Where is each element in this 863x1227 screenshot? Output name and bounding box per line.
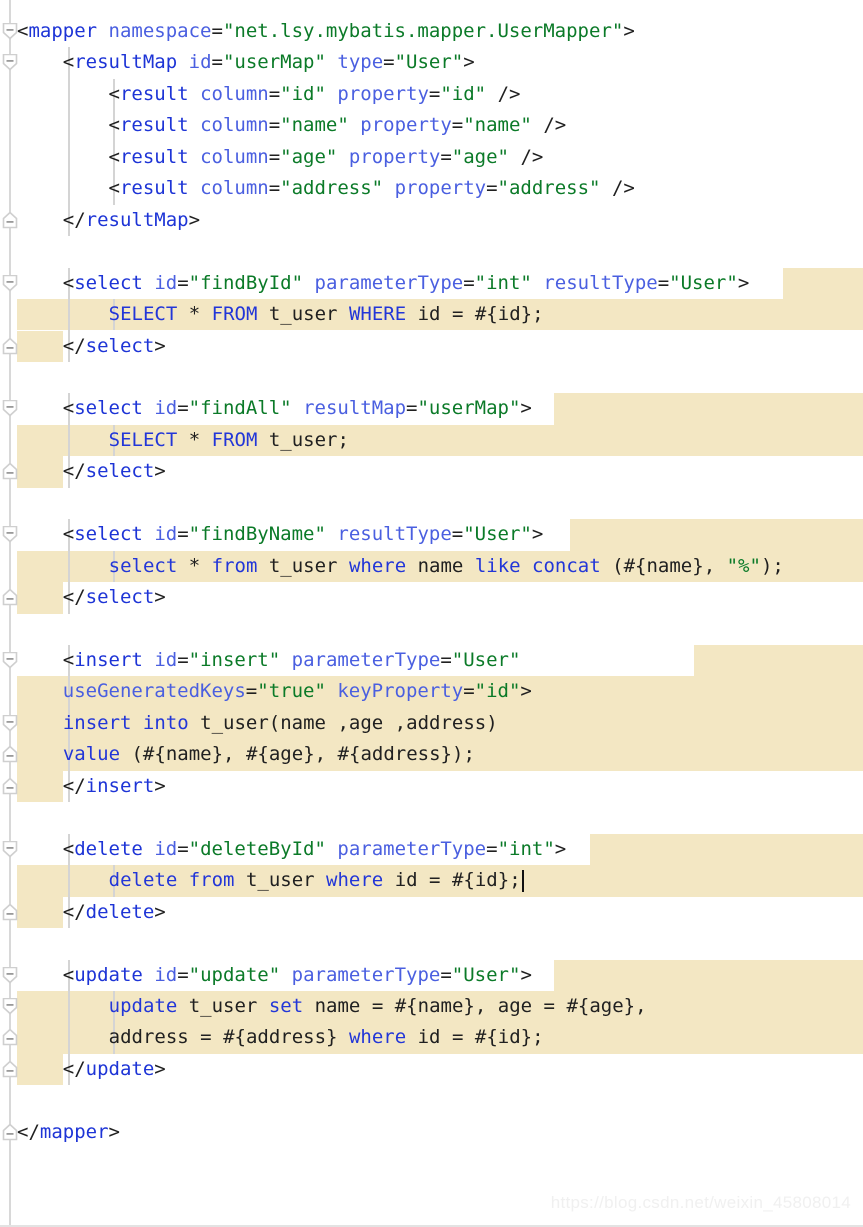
code-line[interactable]: <result column="id" property="id" /> — [17, 79, 521, 110]
code-line[interactable]: <select id="findByName" resultType="User… — [17, 519, 544, 550]
code-line[interactable]: </select> — [17, 331, 166, 362]
text-caret — [522, 870, 525, 892]
code-line[interactable]: </insert> — [17, 771, 166, 802]
code-line[interactable]: <resultMap id="userMap" type="User"> — [17, 47, 475, 78]
fold-expand-icon[interactable] — [2, 23, 18, 40]
fold-end-icon[interactable] — [2, 1123, 18, 1141]
fold-end-icon[interactable] — [2, 337, 18, 355]
code-line[interactable]: useGeneratedKeys="true" keyProperty="id"… — [17, 676, 532, 707]
fold-end-icon[interactable] — [2, 777, 18, 795]
fold-expand-icon[interactable] — [2, 652, 18, 669]
fold-end-icon[interactable] — [2, 463, 18, 480]
code-line[interactable]: <mapper namespace="net.lsy.mybatis.mappe… — [17, 16, 635, 47]
fold-end-icon[interactable] — [2, 1060, 18, 1078]
code-line[interactable]: select * from t_user where name like con… — [17, 551, 784, 582]
code-line[interactable]: value (#{name}, #{age}, #{address}); — [17, 739, 475, 770]
fold-expand-icon[interactable] — [2, 714, 18, 732]
fold-expand-icon[interactable] — [2, 274, 18, 292]
fold-expand-icon[interactable] — [2, 54, 18, 72]
code-line[interactable]: <result column="name" property="name" /> — [17, 110, 567, 141]
fold-expand-icon[interactable] — [2, 840, 18, 858]
code-line[interactable]: delete from t_user where id = #{id}; — [17, 865, 521, 896]
code-content[interactable]: <mapper namespace="net.lsy.mybatis.mappe… — [0, 0, 863, 1227]
code-line[interactable]: <select id="findById" parameterType="int… — [17, 268, 750, 299]
fold-end-icon[interactable] — [2, 746, 18, 763]
fold-end-icon[interactable] — [2, 1029, 18, 1046]
code-line[interactable]: update t_user set name = #{name}, age = … — [17, 991, 647, 1022]
code-line[interactable]: </mapper> — [17, 1117, 120, 1148]
code-line[interactable]: </delete> — [17, 897, 166, 928]
fold-expand-icon[interactable] — [2, 526, 18, 543]
code-line[interactable]: <result column="age" property="age" /> — [17, 142, 544, 173]
code-line[interactable]: <delete id="deleteById" parameterType="i… — [17, 834, 566, 865]
fold-expand-icon[interactable] — [2, 966, 18, 984]
code-line[interactable]: SELECT * FROM t_user; — [17, 425, 349, 456]
watermark-label: https://blog.csdn.net/weixin_45808014 — [550, 1193, 851, 1212]
code-line[interactable]: </resultMap> — [17, 205, 200, 236]
code-line[interactable]: </update> — [17, 1054, 166, 1085]
code-line[interactable]: <update id="update" parameterType="User"… — [17, 960, 532, 991]
fold-gutter[interactable] — [0, 0, 18, 1227]
fold-end-icon[interactable] — [2, 211, 18, 229]
code-line[interactable]: SELECT * FROM t_user WHERE id = #{id}; — [17, 299, 544, 330]
code-line[interactable]: </select> — [17, 456, 166, 487]
code-line[interactable]: <result column="address" property="addre… — [17, 173, 635, 204]
fold-end-icon[interactable] — [2, 903, 18, 921]
fold-expand-icon[interactable] — [2, 400, 18, 417]
fold-end-icon[interactable] — [2, 589, 18, 606]
code-line[interactable]: <select id="findAll" resultMap="userMap"… — [17, 393, 532, 424]
code-line[interactable]: insert into t_user(name ,age ,address) — [17, 708, 498, 739]
code-editor[interactable]: <mapper namespace="net.lsy.mybatis.mappe… — [0, 0, 863, 1227]
code-line[interactable]: </select> — [17, 582, 166, 613]
code-line[interactable]: address = #{address} where id = #{id}; — [17, 1022, 544, 1053]
fold-expand-icon[interactable] — [2, 997, 18, 1015]
code-line[interactable]: <insert id="insert" parameterType="User" — [17, 645, 521, 676]
